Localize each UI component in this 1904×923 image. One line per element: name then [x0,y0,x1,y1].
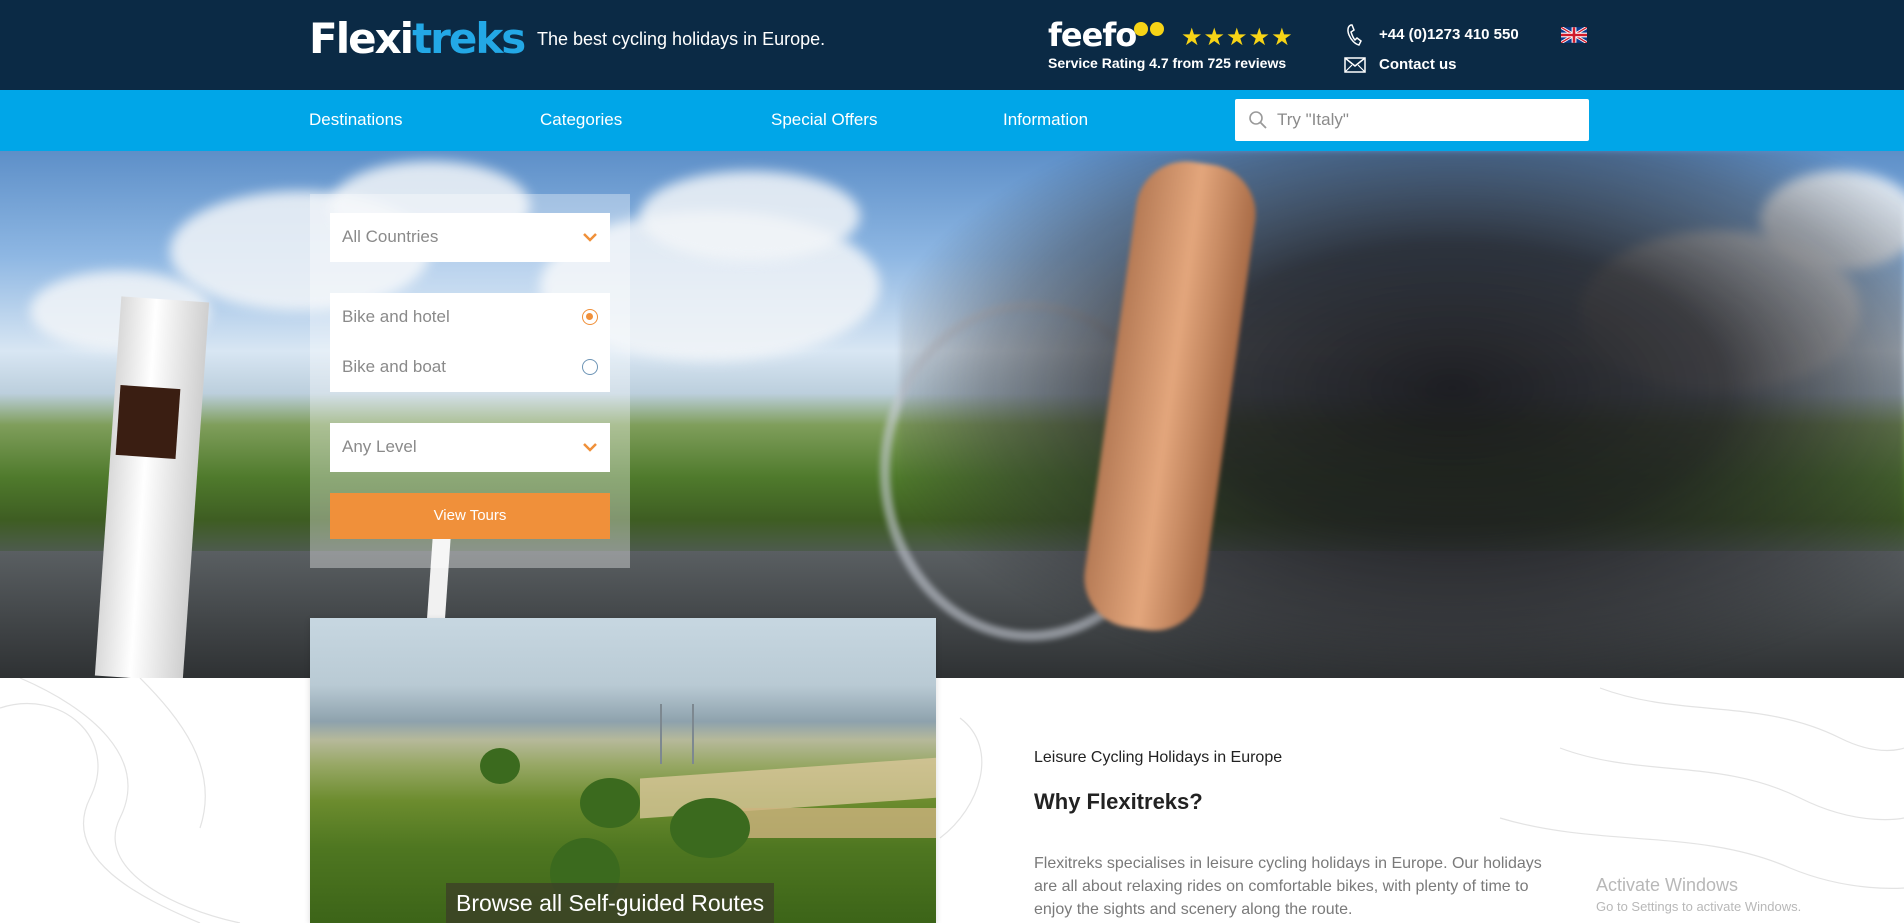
phone-icon [1347,24,1362,46]
nav-information[interactable]: Information [1003,110,1088,130]
search-input[interactable] [1275,99,1575,141]
country-select-value: All Countries [342,227,439,246]
view-tours-button[interactable]: View Tours [330,493,610,539]
tour-type-options: Bike and hotel Bike and boat [330,293,610,392]
level-select-value: Any Level [342,437,417,456]
feefo-eyes-icon [1134,22,1166,36]
card-caption[interactable]: Browse all Self-guided Routes [446,883,775,923]
uk-flag-icon[interactable] [1561,27,1587,43]
activate-windows-title: Activate Windows [1596,875,1739,895]
rating-stars: ★★★★★ [1181,24,1294,51]
section-heading: Why Flexitreks? [1034,789,1203,814]
radio-button-selected[interactable] [582,309,598,325]
chevron-down-icon [583,233,597,242]
tour-search-panel: All Countries Bike and hotel Bike and bo… [310,194,630,568]
self-guided-routes-card[interactable] [310,618,936,923]
contact-us-link[interactable]: Contact us [1379,56,1457,73]
top-header: Flexitreks The best cycling holidays in … [0,0,1904,90]
country-select[interactable]: All Countries [330,213,610,262]
section-paragraph: Flexitreks specialises in leisure cyclin… [1034,855,1542,918]
hero-image [0,151,1904,678]
level-select[interactable]: Any Level [330,423,610,472]
nav-special-offers[interactable]: Special Offers [771,110,877,130]
search-icon [1249,111,1267,129]
main-nav: Destinations Categories Special Offers I… [0,90,1904,151]
nav-categories[interactable]: Categories [540,110,622,130]
search-box[interactable] [1235,99,1589,141]
option-bike-and-hotel[interactable]: Bike and hotel [330,293,610,342]
chevron-down-icon [583,443,597,452]
service-rating-text[interactable]: Service Rating 4.7 from 725 reviews [1048,55,1286,71]
phone-number[interactable]: +44 (0)1273 410 550 [1379,26,1519,43]
mail-icon [1344,57,1366,73]
logo-text-blue: treks [412,14,526,63]
tagline: The best cycling holidays in Europe. [537,29,826,49]
flexitreks-logo[interactable]: Flexitreks [309,14,526,63]
feefo-logo[interactable]: feefo [1048,17,1137,53]
option-label: Bike and boat [342,357,446,376]
logo-text-white: Flexi [309,14,414,63]
option-bike-and-boat[interactable]: Bike and boat [330,343,610,392]
activate-windows-subtitle: Go to Settings to activate Windows. [1596,899,1802,914]
radio-button[interactable] [582,359,598,375]
nav-destinations[interactable]: Destinations [309,110,403,130]
option-label: Bike and hotel [342,307,450,326]
section-eyebrow: Leisure Cycling Holidays in Europe [1034,749,1283,766]
